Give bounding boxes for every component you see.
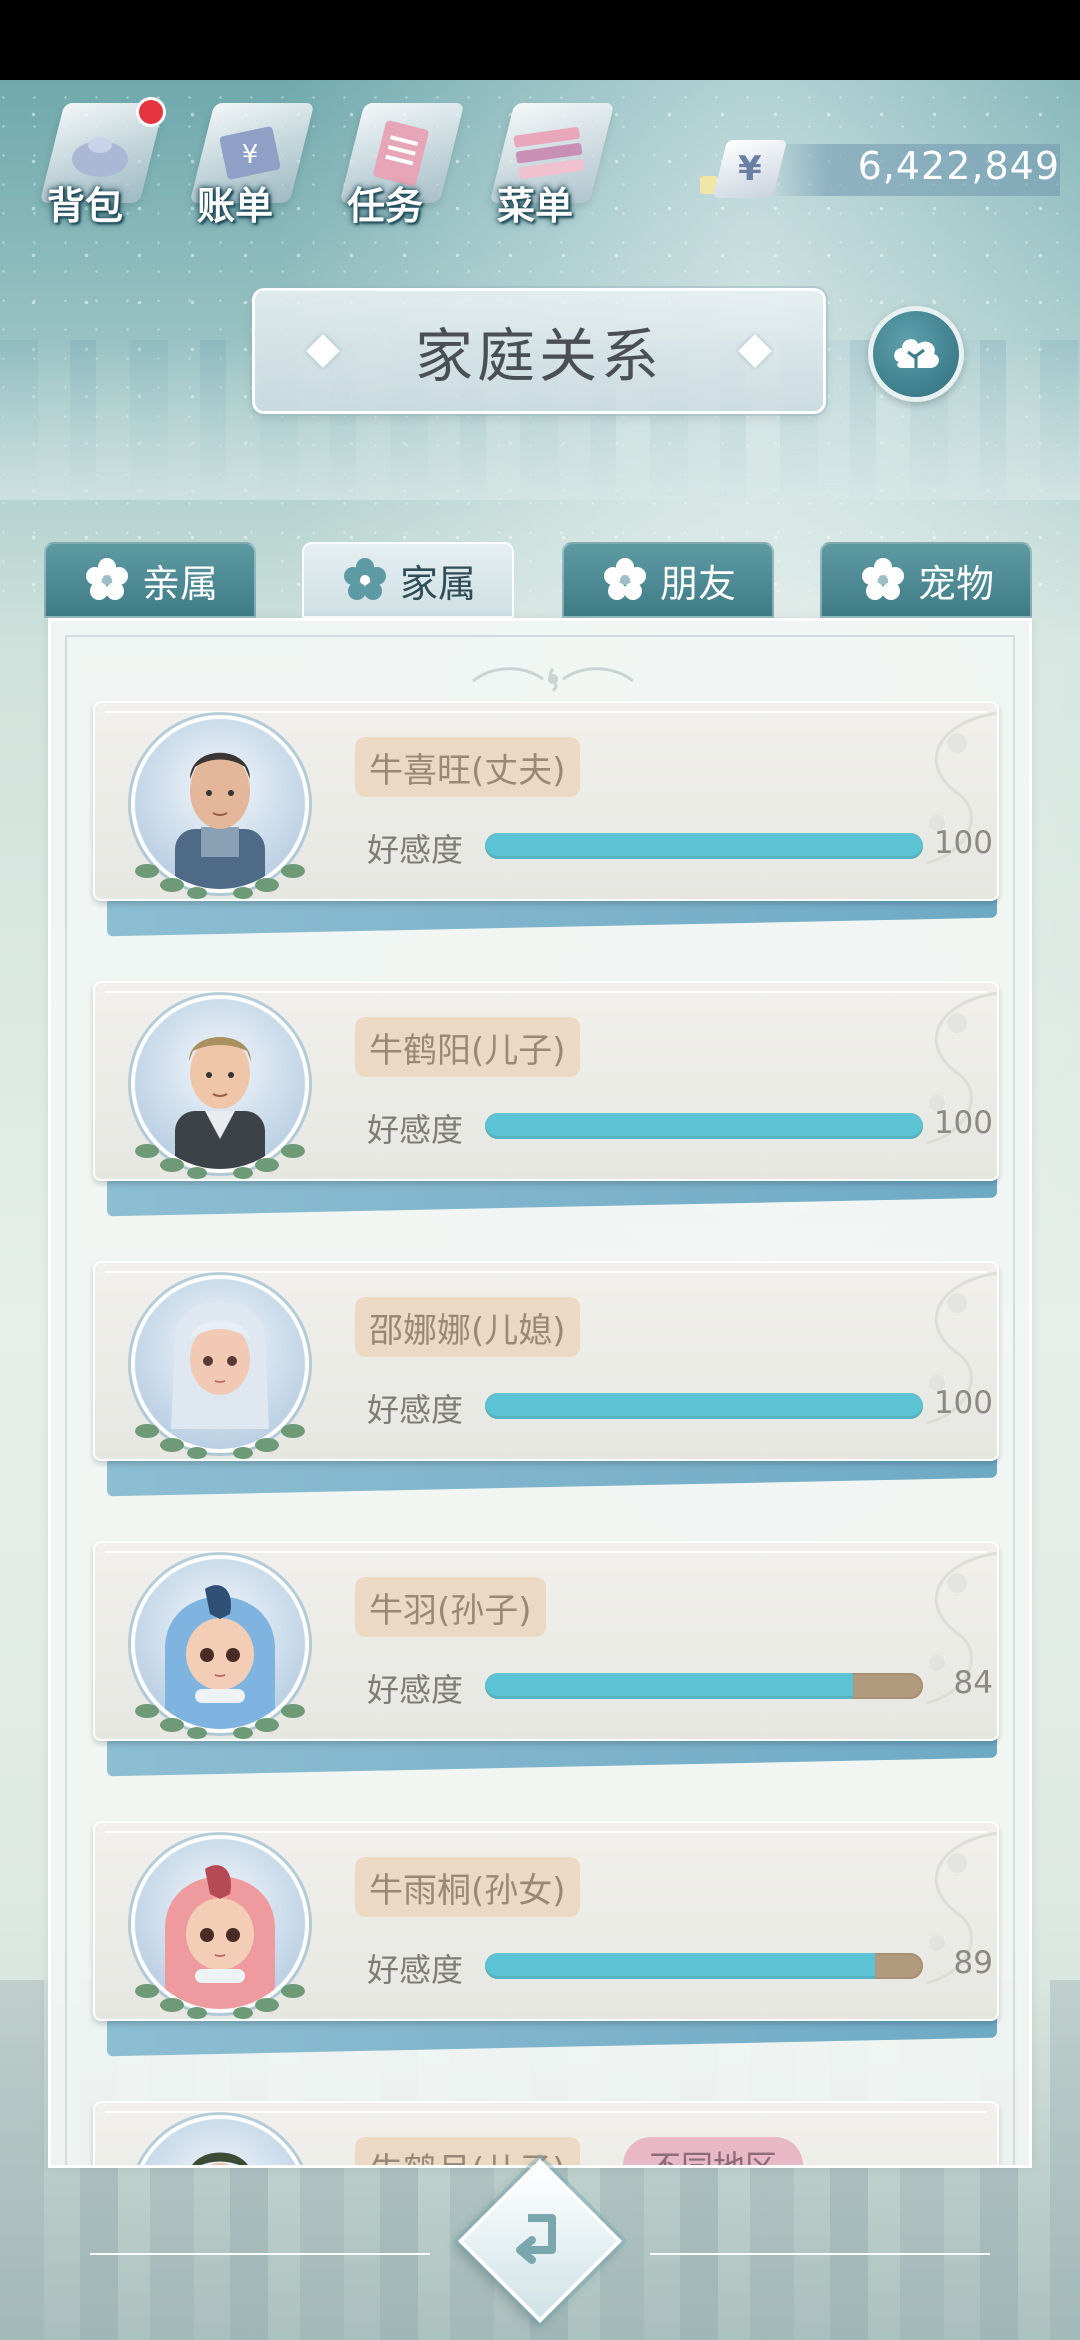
affection-bar-fill [485,833,923,859]
affection-value: 100 [933,1105,993,1141]
vine-ornament-icon [926,1831,997,1985]
money-display: ¥ 6,422,849 [700,140,1060,200]
member-card[interactable]: 牛鹤月(儿子) 不同地区 [93,2101,1003,2165]
tab-relatives[interactable]: 亲属 [44,542,256,618]
nav-label-task: 任务 [346,184,423,228]
member-card[interactable]: 牛喜旺(丈夫) 好感度 100 [93,701,1003,941]
vine-ornament-icon [926,1551,997,1705]
leaf-wreath-icon [135,1704,305,1739]
affection-value: 100 [933,825,993,861]
back-arrow-icon[interactable] [500,2200,580,2280]
backpack-button[interactable]: 背包 [30,95,166,235]
leaf-wreath-icon [135,1424,305,1459]
affection-label: 好感度 [367,831,464,869]
family-tree-icon [894,339,939,368]
member-name: 牛羽(孙子) [355,1577,546,1637]
affection-bar [485,833,923,859]
decorative-line-right [650,2253,990,2255]
member-card[interactable]: 邵娜娜(儿媳) 好感度 100 [93,1261,1003,1501]
affection-value: 100 [933,1385,993,1421]
member-card[interactable]: 牛雨桐(孙女) 好感度 89 [93,1821,1003,2061]
family-tree-button[interactable] [868,306,964,402]
affection-bar-fill [485,1673,853,1699]
family-list-panel[interactable]: 牛喜旺(丈夫) 好感度 100 牛鹤阳(儿子) 好感度 100 邵娜娜(儿媳) [48,618,1032,2168]
affection-bar-fill [485,1393,923,1419]
vine-ornament-icon [926,1271,997,1425]
region-badge: 不同地区 [623,2137,804,2165]
affection-bar [485,1953,923,1979]
ornament-icon [472,667,634,693]
flower-icon [343,558,386,600]
task-button[interactable]: 任务 [330,95,465,235]
menu-button[interactable]: 菜单 [480,95,615,235]
page-title-box: 家庭关系 [252,288,826,414]
member-name: 牛喜旺(丈夫) [355,737,580,797]
nav-label-bill: 账单 [196,184,273,228]
top-nav: 背包 ¥ 账单 任务 菜单 [30,95,630,235]
vine-ornament-icon [926,711,997,865]
leaf-wreath-icon [135,1144,305,1179]
affection-value: 89 [953,1945,993,1981]
affection-bar [485,1393,923,1419]
leaf-wreath-icon [135,864,305,899]
affection-bar-fill [485,1953,875,1979]
affection-label: 好感度 [367,1111,464,1149]
nav-label-menu: 菜单 [496,184,573,228]
member-name: 邵娜娜(儿媳) [355,1297,580,1357]
svg-text:¥: ¥ [242,140,259,170]
avatar [131,2115,309,2165]
member-name: 牛雨桐(孙女) [355,1857,580,1917]
notification-dot [136,97,166,127]
affection-value: 84 [953,1665,993,1701]
affection-label: 好感度 [367,1391,464,1429]
money-value: 6,422,849 [857,144,1060,188]
member-name: 牛鹤月(儿子) [355,2137,580,2165]
member-card[interactable]: 牛鹤阳(儿子) 好感度 100 [93,981,1003,1221]
tab-friends[interactable]: 朋友 [562,542,774,618]
flower-icon [603,558,646,600]
tab-family[interactable]: 家属 [302,542,514,618]
affection-label: 好感度 [367,1951,464,1989]
affection-bar [485,1113,923,1139]
leaf-wreath-icon [135,1984,305,2019]
affection-bar [485,1673,923,1699]
nav-label-backpack: 背包 [46,184,123,228]
member-card[interactable]: 牛羽(孙子) 好感度 84 [93,1541,1003,1781]
flower-icon [85,558,128,600]
bill-button[interactable]: ¥ 账单 [180,95,315,235]
affection-bar-fill [485,1113,923,1139]
vine-ornament-icon [926,991,997,1145]
affection-label: 好感度 [367,1671,464,1709]
status-bar [0,0,1080,80]
decorative-line-left [90,2253,430,2255]
member-name: 牛鹤阳(儿子) [355,1017,580,1077]
flower-icon [861,558,904,600]
tab-pets[interactable]: 宠物 [820,542,1032,618]
